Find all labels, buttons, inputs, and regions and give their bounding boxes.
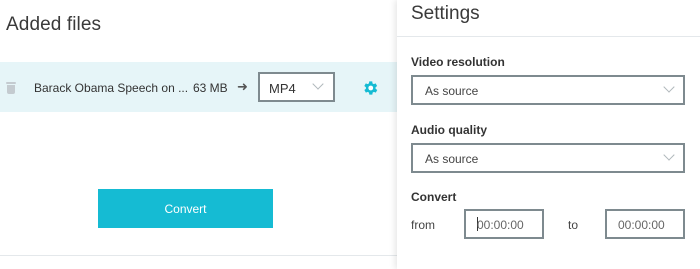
- from-time-input[interactable]: 00:00:00: [464, 209, 544, 239]
- from-time-value: 00:00:00: [477, 218, 524, 232]
- audio-quality-value: As source: [425, 152, 479, 166]
- added-files-title: Added files: [6, 14, 102, 35]
- file-name: Barack Obama Speech on ...: [34, 81, 189, 95]
- chevron-down-icon: [663, 81, 675, 93]
- settings-title: Settings: [411, 3, 480, 24]
- to-time-value: 00:00:00: [618, 218, 665, 232]
- divider: [0, 255, 400, 256]
- arrow-right-icon: ➜: [237, 79, 248, 94]
- trash-icon[interactable]: [6, 82, 16, 94]
- file-size: 63 MB: [193, 81, 228, 95]
- chevron-down-icon: [312, 78, 324, 90]
- video-resolution-label: Video resolution: [411, 55, 505, 69]
- convert-button[interactable]: Convert: [98, 189, 273, 228]
- video-resolution-select[interactable]: As source: [411, 75, 685, 105]
- gear-icon[interactable]: [361, 79, 379, 97]
- output-format-select[interactable]: MP4: [258, 72, 335, 102]
- file-row[interactable]: Barack Obama Speech on ... 63 MB ➜ MP4: [0, 62, 400, 112]
- convert-range-label: Convert: [411, 190, 457, 204]
- to-label: to: [568, 218, 579, 232]
- to-time-input[interactable]: 00:00:00: [605, 209, 685, 239]
- video-resolution-value: As source: [425, 84, 479, 98]
- audio-quality-label: Audio quality: [411, 123, 487, 137]
- chevron-down-icon: [663, 149, 675, 161]
- from-label: from: [411, 218, 435, 232]
- audio-quality-select[interactable]: As source: [411, 143, 685, 173]
- divider: [397, 36, 700, 37]
- settings-panel: Settings Video resolution As source Audi…: [397, 0, 700, 269]
- output-format-value: MP4: [269, 81, 296, 96]
- added-files-pane: Added files Barack Obama Speech on ... 6…: [0, 0, 400, 269]
